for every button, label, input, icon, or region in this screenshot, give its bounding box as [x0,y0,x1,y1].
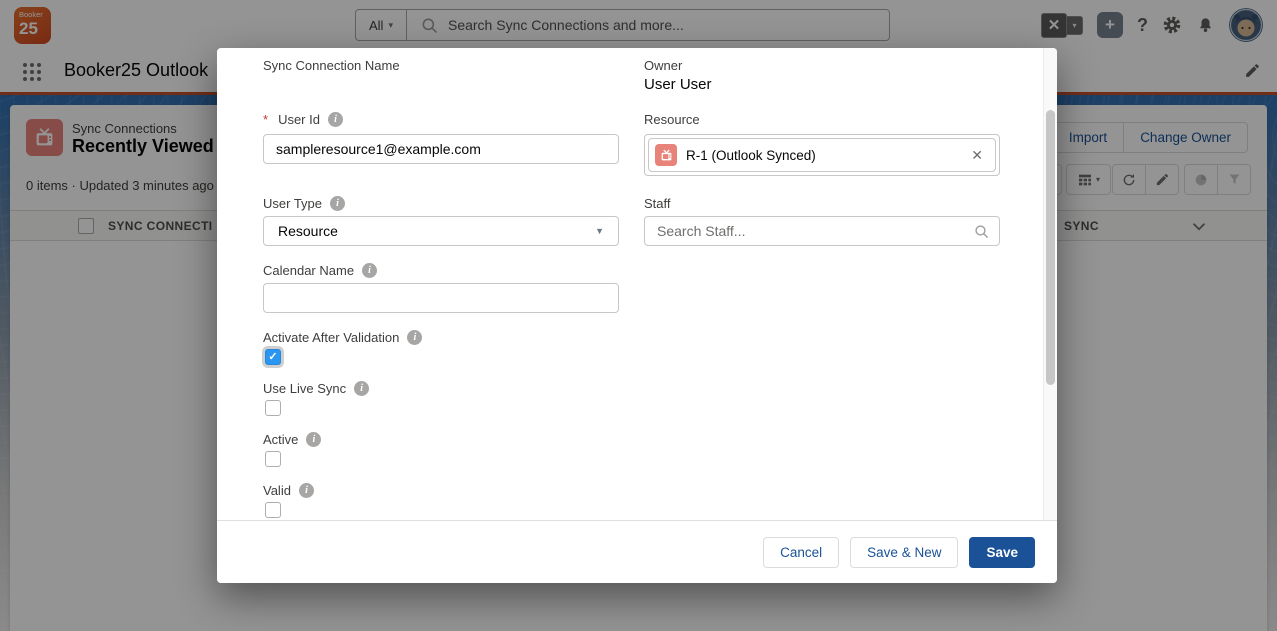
modal-scrollbar-thumb[interactable] [1046,110,1055,385]
use-live-sync-checkbox[interactable]: ✓ [265,400,281,416]
owner-label: Owner [644,58,682,73]
active-checkbox[interactable]: ✓ [265,451,281,467]
calendar-name-label: Calendar Name i [263,263,377,278]
info-icon[interactable]: i [407,330,422,345]
use-live-sync-label: Use Live Sync i [263,381,369,396]
active-label: Active i [263,432,321,447]
staff-label: Staff [644,196,671,211]
info-icon[interactable]: i [328,112,343,127]
owner-value: User User [644,76,712,93]
user-type-value: Resource [278,223,338,239]
screen: Booker 25 All ▾ ✕ ▾ + ? [0,0,1277,631]
remove-pill-x-icon[interactable]: ✕ [971,147,983,164]
search-icon [974,224,989,239]
check-icon: ✓ [266,350,280,364]
select-caret-icon: ▼ [595,226,604,236]
resource-pill[interactable]: R-1 (Outlook Synced) ✕ [648,138,996,172]
save-and-new-button[interactable]: Save & New [850,537,958,568]
activate-after-validation-label: Activate After Validation i [263,330,422,345]
info-icon[interactable]: i [330,196,345,211]
info-icon[interactable]: i [299,483,314,498]
user-type-label: User Type i [263,196,345,211]
calendar-name-input[interactable] [263,283,619,313]
user-id-label-text: User Id [278,112,320,127]
checkbox-label-text: Active [263,432,298,447]
cancel-button[interactable]: Cancel [763,537,839,568]
save-button[interactable]: Save [969,537,1035,568]
info-icon[interactable]: i [306,432,321,447]
field-sync-connection-name: Sync Connection Name [263,58,400,73]
checkbox-label-text: Activate After Validation [263,330,399,345]
resource-pill-text: R-1 (Outlook Synced) [686,148,962,163]
user-type-select[interactable]: Resource ▼ [263,216,619,246]
valid-label: Valid i [263,483,314,498]
sync-connection-name-label: Sync Connection Name [263,58,400,73]
resource-label: Resource [644,112,700,127]
calendar-name-label-text: Calendar Name [263,263,354,278]
activate-after-validation-checkbox[interactable]: ✓ [265,349,281,365]
info-icon[interactable]: i [362,263,377,278]
valid-checkbox[interactable]: ✓ [265,502,281,518]
resource-record-icon [655,144,677,166]
modal-scrollbar-track[interactable] [1043,48,1057,520]
new-sync-connection-modal: Sync Connection Name Owner User User * U… [217,48,1057,583]
staff-search-field [644,216,1000,246]
resource-label-text: Resource [644,112,700,127]
user-id-input[interactable] [263,134,619,164]
modal-content: Sync Connection Name Owner User User * U… [217,48,1043,520]
user-id-label: * User Id i [263,112,343,127]
user-type-label-text: User Type [263,196,322,211]
checkbox-label-text: Valid [263,483,291,498]
required-asterisk: * [263,112,268,127]
owner-label-text: Owner [644,58,682,73]
checkbox-label-text: Use Live Sync [263,381,346,396]
info-icon[interactable]: i [354,381,369,396]
resource-lookup-field: R-1 (Outlook Synced) ✕ [644,134,1000,176]
modal-footer: Cancel Save & New Save [217,520,1057,583]
staff-label-text: Staff [644,196,671,211]
staff-search-input[interactable] [645,223,974,239]
